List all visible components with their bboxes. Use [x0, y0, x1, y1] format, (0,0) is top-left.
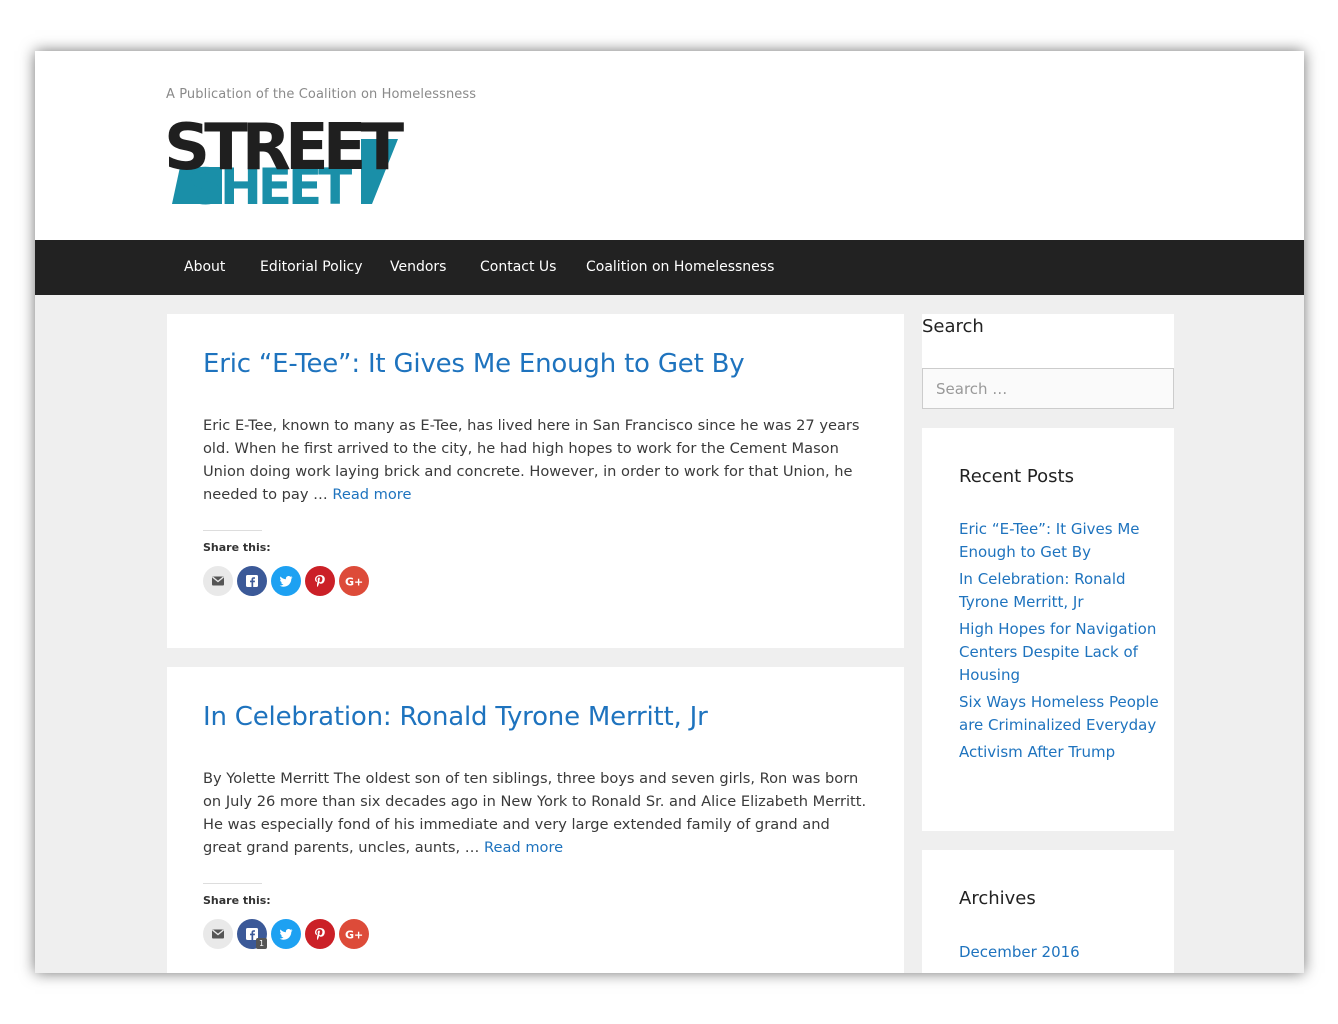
site-header: A Publication of the Coalition on Homele…	[35, 51, 1304, 240]
share-facebook-button[interactable]	[237, 566, 267, 596]
email-icon	[212, 576, 224, 586]
share-facebook-button[interactable]: 1	[237, 919, 267, 949]
pinterest-icon	[315, 575, 325, 587]
share-label: Share this:	[203, 541, 271, 554]
share-twitter-button[interactable]	[271, 566, 301, 596]
search-widget: Search	[922, 314, 1174, 410]
search-widget-title: Search	[922, 316, 984, 337]
share-twitter-button[interactable]	[271, 919, 301, 949]
post-title[interactable]: Eric “E-Tee”: It Gives Me Enough to Get …	[203, 349, 745, 379]
read-more-link[interactable]: Read more	[484, 839, 563, 856]
recent-post-link[interactable]: In Celebration: Ronald Tyrone Merritt, J…	[959, 568, 1159, 614]
nav-item-editorial-policy[interactable]: Editorial Policy	[260, 240, 363, 295]
svg-text:G+: G+	[345, 929, 363, 942]
facebook-icon	[246, 575, 258, 587]
read-more-link[interactable]: Read more	[332, 486, 411, 503]
share-google-plus-button[interactable]: G+	[339, 566, 369, 596]
share-email-button[interactable]	[203, 919, 233, 949]
post-article: Eric “E-Tee”: It Gives Me Enough to Get …	[167, 314, 904, 648]
share-divider	[203, 883, 262, 884]
post-article: In Celebration: Ronald Tyrone Merritt, J…	[167, 667, 904, 973]
share-google-plus-button[interactable]: G+	[339, 919, 369, 949]
share-label: Share this:	[203, 894, 271, 907]
logo-street-text: STREET	[166, 111, 404, 185]
recent-post-link[interactable]: High Hopes for Navigation Centers Despit…	[959, 618, 1159, 687]
twitter-icon	[279, 576, 293, 587]
share-email-button[interactable]	[203, 566, 233, 596]
post-excerpt: Eric E-Tee, known to many as E-Tee, has …	[203, 414, 871, 506]
archives-title: Archives	[959, 888, 1036, 909]
nav-item-about[interactable]: About	[184, 240, 225, 295]
browser-frame: A Publication of the Coalition on Homele…	[35, 51, 1304, 973]
recent-posts-widget: Recent Posts Eric “E-Tee”: It Gives Me E…	[922, 428, 1174, 831]
main-navigation: About Editorial Policy Vendors Contact U…	[35, 240, 1304, 295]
nav-item-vendors[interactable]: Vendors	[390, 240, 446, 295]
archives-widget: Archives December 2016	[922, 850, 1174, 973]
nav-item-coalition[interactable]: Coalition on Homelessness	[586, 240, 774, 295]
post-title[interactable]: In Celebration: Ronald Tyrone Merritt, J…	[203, 702, 708, 732]
share-count-badge: 1	[256, 938, 267, 949]
twitter-icon	[279, 929, 293, 940]
share-divider	[203, 530, 262, 531]
search-input[interactable]	[922, 368, 1174, 409]
post-excerpt: By Yolette Merritt The oldest son of ten…	[203, 767, 871, 859]
pinterest-icon	[315, 928, 325, 940]
recent-post-link[interactable]: Six Ways Homeless People are Criminalize…	[959, 691, 1159, 737]
share-pinterest-button[interactable]	[305, 566, 335, 596]
email-icon	[212, 929, 224, 939]
svg-text:G+: G+	[345, 576, 363, 589]
google-plus-icon: G+	[345, 576, 363, 589]
site-tagline: A Publication of the Coalition on Homele…	[166, 87, 477, 102]
excerpt-text: Eric E-Tee, known to many as E-Tee, has …	[203, 417, 860, 503]
google-plus-icon: G+	[345, 929, 363, 942]
archive-link[interactable]: December 2016	[959, 943, 1080, 961]
recent-post-link[interactable]: Eric “E-Tee”: It Gives Me Enough to Get …	[959, 518, 1159, 564]
share-pinterest-button[interactable]	[305, 919, 335, 949]
recent-posts-list: Eric “E-Tee”: It Gives Me Enough to Get …	[959, 518, 1159, 768]
nav-item-contact-us[interactable]: Contact Us	[480, 240, 556, 295]
street-sheet-logo[interactable]: SHEET STREET	[166, 103, 406, 207]
recent-posts-title: Recent Posts	[959, 466, 1074, 487]
recent-post-link[interactable]: Activism After Trump	[959, 741, 1159, 764]
